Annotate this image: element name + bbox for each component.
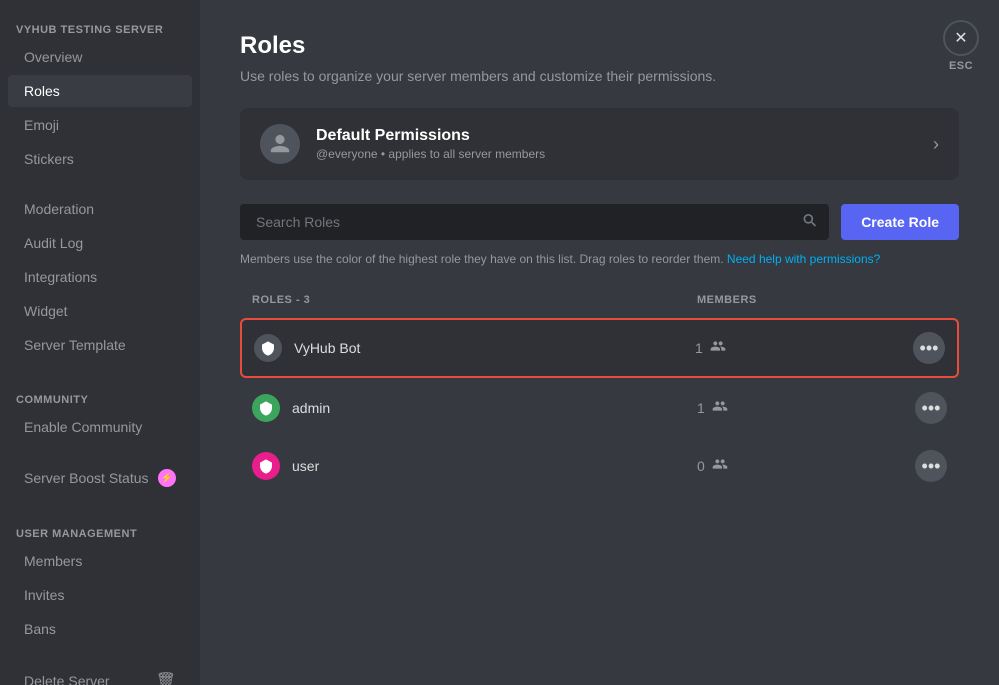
default-permissions-left: Default Permissions @everyone • applies … bbox=[260, 124, 545, 164]
role-icon-admin bbox=[252, 394, 280, 422]
roles-list: VyHub Bot 1 ••• admin bbox=[240, 318, 959, 494]
member-icon-user bbox=[711, 456, 729, 477]
sidebar-item-roles[interactable]: Roles bbox=[8, 75, 192, 107]
members-cell-admin: 1 bbox=[697, 398, 897, 419]
role-row-vyhub-bot[interactable]: VyHub Bot 1 ••• bbox=[240, 318, 959, 378]
sidebar-item-moderation[interactable]: Moderation bbox=[8, 193, 192, 225]
member-count-user: 0 bbox=[697, 458, 705, 474]
esc-button[interactable]: ✕ ESC bbox=[943, 20, 979, 72]
sidebar-item-invites[interactable]: Invites bbox=[8, 579, 192, 611]
members-header-label: MEMBERS bbox=[697, 294, 897, 306]
main-content: ✕ ESC Roles Use roles to organize your s… bbox=[200, 0, 999, 685]
need-help-link[interactable]: Need help with permissions? bbox=[727, 252, 880, 266]
sidebar-item-label: Overview bbox=[24, 49, 82, 65]
sidebar-item-overview[interactable]: Overview bbox=[8, 41, 192, 73]
sidebar-item-label: Roles bbox=[24, 83, 60, 99]
members-cell-user: 0 bbox=[697, 456, 897, 477]
sidebar-item-audit-log[interactable]: Audit Log bbox=[8, 227, 192, 259]
search-input[interactable] bbox=[240, 204, 829, 240]
sidebar-item-label: Members bbox=[24, 553, 82, 569]
sidebar-item-widget[interactable]: Widget bbox=[8, 295, 192, 327]
helper-text: Members use the color of the highest rol… bbox=[240, 252, 959, 266]
sidebar-item-label: Enable Community bbox=[24, 419, 142, 435]
role-icon-vyhub-bot bbox=[254, 334, 282, 362]
sidebar-item-emoji[interactable]: Emoji bbox=[8, 109, 192, 141]
sidebar-item-label: Moderation bbox=[24, 201, 94, 217]
role-name-cell: VyHub Bot bbox=[254, 334, 695, 362]
server-name: VYHUB TESTING SERVER bbox=[0, 16, 200, 40]
community-section-label: COMMUNITY bbox=[0, 378, 200, 410]
sidebar-item-label: Widget bbox=[24, 303, 68, 319]
default-permissions-card[interactable]: Default Permissions @everyone • applies … bbox=[240, 108, 959, 180]
role-icon-user bbox=[252, 452, 280, 480]
sidebar-item-label: Emoji bbox=[24, 117, 59, 133]
sidebar-item-label: Server Boost Status bbox=[24, 470, 149, 486]
page-title: Roles bbox=[240, 32, 959, 60]
chevron-right-icon: › bbox=[933, 134, 939, 155]
role-name-text-vyhub-bot: VyHub Bot bbox=[294, 340, 360, 356]
search-create-row: Create Role bbox=[240, 204, 959, 240]
sidebar-item-enable-community[interactable]: Enable Community bbox=[8, 411, 192, 443]
user-management-label: USER MANAGEMENT bbox=[0, 512, 200, 544]
role-actions-user: ••• bbox=[897, 450, 947, 482]
role-row-admin[interactable]: admin 1 ••• bbox=[240, 380, 959, 436]
helper-text-static: Members use the color of the highest rol… bbox=[240, 252, 724, 266]
trash-icon: 🗑 bbox=[156, 671, 176, 685]
more-options-button-user[interactable]: ••• bbox=[915, 450, 947, 482]
more-options-button-admin[interactable]: ••• bbox=[915, 392, 947, 424]
page-subtitle: Use roles to organize your server member… bbox=[240, 68, 959, 84]
sidebar: VYHUB TESTING SERVER Overview Roles Emoj… bbox=[0, 0, 200, 685]
search-input-wrapper bbox=[240, 204, 829, 240]
default-permissions-info: Default Permissions @everyone • applies … bbox=[316, 127, 545, 161]
role-actions-vyhub-bot: ••• bbox=[895, 332, 945, 364]
default-permissions-title: Default Permissions bbox=[316, 127, 545, 145]
sidebar-item-label: Stickers bbox=[24, 151, 74, 167]
member-count-admin: 1 bbox=[697, 400, 705, 416]
role-name-cell: user bbox=[252, 452, 697, 480]
delete-server-label: Delete Server bbox=[24, 673, 110, 685]
sidebar-item-label: Integrations bbox=[24, 269, 97, 285]
members-cell-vyhub-bot: 1 bbox=[695, 338, 895, 359]
sidebar-item-label: Bans bbox=[24, 621, 56, 637]
search-icon bbox=[801, 212, 817, 233]
default-permissions-sub: @everyone • applies to all server member… bbox=[316, 147, 545, 161]
default-permissions-avatar bbox=[260, 124, 300, 164]
sidebar-item-stickers[interactable]: Stickers bbox=[8, 143, 192, 175]
sidebar-item-integrations[interactable]: Integrations bbox=[8, 261, 192, 293]
sidebar-item-server-template[interactable]: Server Template bbox=[8, 329, 192, 361]
member-icon-admin bbox=[711, 398, 729, 419]
role-name-cell: admin bbox=[252, 394, 697, 422]
more-options-button-vyhub-bot[interactable]: ••• bbox=[913, 332, 945, 364]
delete-server-item[interactable]: Delete Server 🗑 bbox=[8, 663, 192, 685]
member-icon-vyhub-bot bbox=[709, 338, 727, 359]
role-actions-admin: ••• bbox=[897, 392, 947, 424]
role-row-user[interactable]: user 0 ••• bbox=[240, 438, 959, 494]
sidebar-item-members[interactable]: Members bbox=[8, 545, 192, 577]
sidebar-item-bans[interactable]: Bans bbox=[8, 613, 192, 645]
member-count-vyhub-bot: 1 bbox=[695, 340, 703, 356]
close-icon[interactable]: ✕ bbox=[943, 20, 979, 56]
sidebar-item-label: Invites bbox=[24, 587, 64, 603]
boost-icon: ⚡ bbox=[158, 469, 176, 487]
role-name-text-admin: admin bbox=[292, 400, 330, 416]
sidebar-item-boost-status[interactable]: Server Boost Status ⚡ bbox=[8, 461, 192, 495]
roles-count-label: ROLES - 3 bbox=[252, 294, 697, 306]
esc-label: ESC bbox=[949, 60, 973, 72]
create-role-button[interactable]: Create Role bbox=[841, 204, 959, 240]
sidebar-item-label: Server Template bbox=[24, 337, 126, 353]
roles-table-header: ROLES - 3 MEMBERS bbox=[240, 286, 959, 314]
role-name-text-user: user bbox=[292, 458, 319, 474]
sidebar-item-label: Audit Log bbox=[24, 235, 83, 251]
